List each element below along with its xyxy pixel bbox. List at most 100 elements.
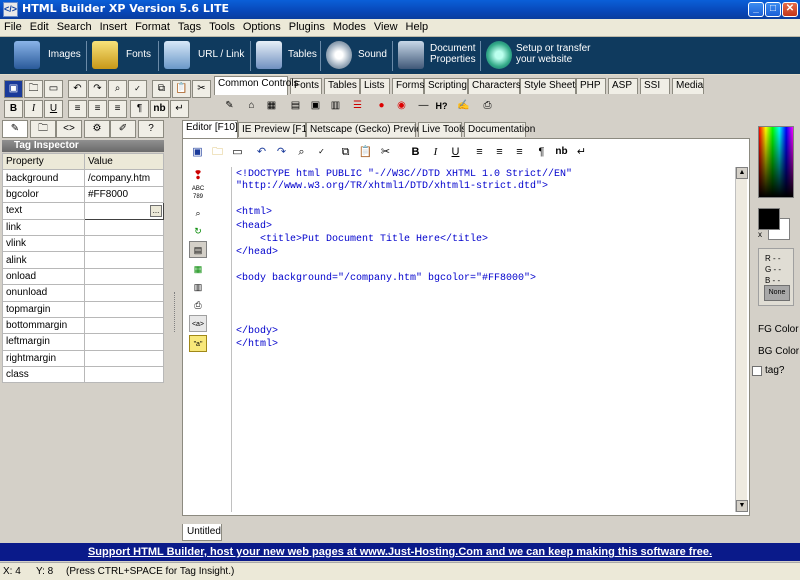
menu-edit[interactable]: Edit [26, 19, 53, 33]
tab-ssi[interactable]: SSI [640, 78, 670, 94]
code-tab-icon[interactable]: <> [56, 120, 82, 138]
redo-icon[interactable]: ↷ [88, 80, 107, 98]
prop-value[interactable] [84, 218, 164, 236]
underline-button[interactable]: U [447, 143, 464, 161]
tab-scripting[interactable]: Scripting [424, 78, 468, 94]
document-tab[interactable]: Untitled [182, 524, 222, 541]
tab-asp[interactable]: ASP [608, 78, 638, 94]
value-ellipsis-button[interactable]: ... [150, 205, 162, 218]
tab-ie-preview[interactable]: IE Preview [F11] [238, 122, 315, 137]
list-insert-icon[interactable]: ☰ [348, 98, 367, 116]
menu-tags[interactable]: Tags [174, 19, 205, 33]
copy-icon[interactable]: ⧉ [152, 80, 171, 98]
prop-value[interactable] [84, 251, 164, 269]
url-link-button[interactable]: URL / Link [164, 39, 244, 73]
save-icon[interactable]: ▣ [189, 143, 206, 161]
line-break-button[interactable]: ↵ [573, 143, 590, 161]
undo-icon[interactable]: ↶ [68, 80, 87, 98]
tab-netscape-preview[interactable]: Netscape (Gecko) Preview [306, 122, 429, 137]
prop-value[interactable] [84, 333, 164, 351]
menu-modes[interactable]: Modes [329, 19, 370, 33]
menu-view[interactable]: View [370, 19, 402, 33]
help-tab-icon[interactable]: ? [138, 120, 164, 138]
cut-icon[interactable]: ✂ [377, 143, 394, 161]
green-doc-icon[interactable]: ▦ [189, 261, 207, 278]
tab-common-controls[interactable]: Common Controls [214, 76, 299, 95]
comment-icon[interactable]: ✍ [454, 98, 473, 116]
menu-options[interactable]: Options [239, 19, 285, 33]
bold-button[interactable]: B [4, 100, 23, 118]
sound-button[interactable]: Sound [326, 39, 388, 73]
bg-color-label[interactable]: BG Color [758, 346, 799, 357]
align-left-icon[interactable]: ≡ [68, 100, 87, 118]
align-center-icon[interactable]: ≡ [88, 100, 107, 118]
none-color-button[interactable]: None [764, 285, 790, 301]
tables-button[interactable]: Tables [256, 39, 318, 73]
align-left-icon[interactable]: ≡ [471, 143, 488, 161]
panel-toggle-icon[interactable]: ▤ [189, 241, 207, 258]
refresh-icon[interactable]: ↻ [189, 223, 207, 240]
spellcheck-icon[interactable]: ✓ [128, 80, 147, 98]
nbsp-button[interactable]: nb [150, 100, 169, 118]
tag-checkbox[interactable] [752, 366, 762, 376]
tab-php[interactable]: PHP [576, 78, 606, 94]
cell-insert-icon[interactable]: ▣ [306, 98, 325, 116]
tab-characters[interactable]: Characters [468, 78, 521, 94]
save-icon[interactable]: ▣ [4, 80, 23, 98]
find-icon[interactable]: ⌕ [293, 143, 310, 161]
abc-count-icon[interactable]: ABC 789 [189, 185, 207, 202]
prop-value-input[interactable]: ... [84, 202, 164, 220]
tab-documentation[interactable]: Documentation [464, 122, 535, 137]
prop-value[interactable] [84, 284, 164, 302]
swap-icon[interactable]: x [758, 230, 762, 239]
vertical-scrollbar[interactable]: ▲ ▼ [735, 167, 748, 512]
menu-help[interactable]: Help [402, 19, 433, 33]
tab-style-sheets[interactable]: Style Sheets [520, 78, 580, 94]
table-view-icon[interactable]: ▥ [189, 279, 207, 296]
paragraph-button[interactable]: ¶ [533, 143, 550, 161]
tab-forms[interactable]: Forms [392, 78, 424, 94]
open-folder-icon[interactable]: 🗀 [24, 80, 43, 98]
media-icon[interactable]: ◉ [392, 98, 411, 116]
snippet-tab-icon[interactable]: ✐ [110, 120, 136, 138]
paste-icon[interactable]: 📋 [172, 80, 191, 98]
panel-splitter[interactable] [172, 120, 180, 520]
setup-transfer-button[interactable]: Setup or transfer your website [486, 39, 596, 73]
heading-icon[interactable]: H? [432, 98, 451, 116]
zoom-icon[interactable]: ⌕ [189, 205, 207, 222]
marker-icon[interactable]: ❢ [189, 167, 207, 184]
tab-lists[interactable]: Lists [360, 78, 390, 94]
prop-value[interactable] [84, 300, 164, 318]
quote-tag-button[interactable]: "a" [189, 335, 207, 352]
align-center-icon[interactable]: ≡ [491, 143, 508, 161]
align-right-icon[interactable]: ≡ [108, 100, 127, 118]
copy-icon[interactable]: ⧉ [337, 143, 354, 161]
prop-value[interactable] [84, 234, 164, 253]
image-insert-icon[interactable]: ▦ [262, 98, 281, 116]
folder-tab-icon[interactable]: 🗀 [30, 120, 56, 138]
prop-value[interactable] [84, 366, 164, 384]
images-button[interactable]: Images [14, 39, 84, 73]
tab-editor[interactable]: Editor [F10] [182, 120, 238, 138]
nbsp-button[interactable]: nb [553, 143, 570, 161]
paragraph-button[interactable]: ¶ [130, 100, 149, 118]
menu-plugins[interactable]: Plugins [285, 19, 329, 33]
maximize-button[interactable]: □ [765, 2, 781, 17]
prop-value[interactable] [84, 267, 164, 286]
minimize-button[interactable]: _ [748, 2, 764, 17]
close-button[interactable]: ✕ [782, 2, 798, 17]
cut-icon[interactable]: ✂ [192, 80, 211, 98]
foreground-swatch[interactable] [758, 208, 780, 230]
record-icon[interactable]: ● [372, 98, 391, 116]
menu-file[interactable]: File [0, 19, 26, 33]
table-insert-icon[interactable]: ▤ [286, 98, 305, 116]
menu-tools[interactable]: Tools [205, 19, 239, 33]
new-document-icon[interactable]: ▭ [229, 143, 246, 161]
align-right-icon[interactable]: ≡ [511, 143, 528, 161]
new-document-icon[interactable]: ▭ [44, 80, 63, 98]
home-icon[interactable]: ⌂ [242, 98, 261, 116]
fg-color-label[interactable]: FG Color [758, 324, 799, 335]
tab-media[interactable]: Media [672, 78, 704, 94]
menu-format[interactable]: Format [131, 19, 174, 33]
italic-button[interactable]: I [24, 100, 43, 118]
